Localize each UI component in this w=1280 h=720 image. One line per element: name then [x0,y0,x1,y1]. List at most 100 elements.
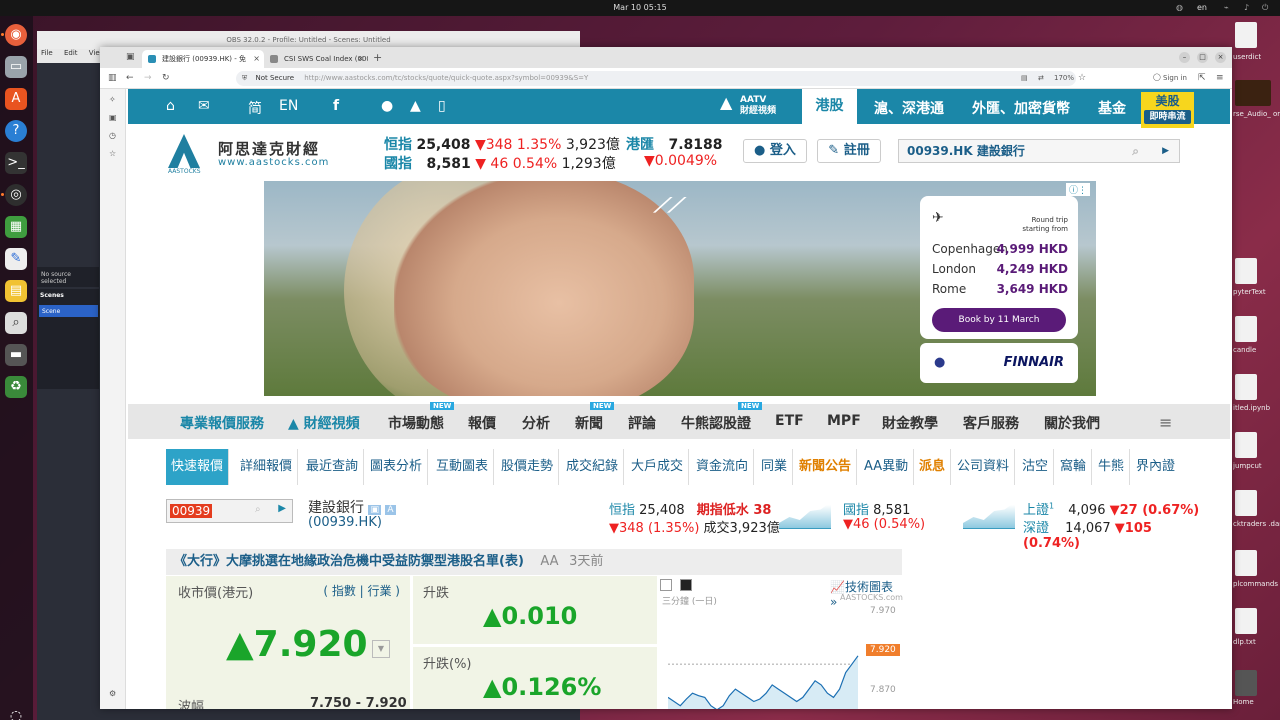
obs-menu-edit[interactable]: Edit [64,49,78,57]
file-icon[interactable] [1235,258,1257,284]
nav-us-stocks[interactable]: 美股 即時串流 [1141,92,1194,128]
tab-chart-analysis[interactable]: 圖表分析 [365,449,429,485]
dropdown-icon[interactable]: ▼ [372,640,390,658]
volume-icon[interactable]: ♪ [1244,3,1249,12]
firefox-icon[interactable]: ◉ [5,24,27,46]
obs-icon[interactable]: ◎ [5,184,27,206]
maximize-icon[interactable]: □ [1197,52,1208,63]
site-logo[interactable]: 阿思達克財經 www.aastocks.com AASTOCKS [168,132,358,175]
lang-simplified[interactable]: 简 [248,98,262,118]
not-secure-label[interactable]: Not Secure [255,74,294,82]
shenzhen-quote[interactable]: 深證 14,067 ▼105 (0.74%) [1023,517,1206,551]
nav-fx-crypto[interactable]: 外匯、加密貨幣 [972,98,1070,118]
ad-book-button[interactable]: Book by 11 March [932,308,1066,332]
file-icon[interactable] [1235,22,1257,48]
file-icon[interactable] [1235,490,1257,516]
tab-dividend[interactable]: 派息 [914,449,952,485]
extensions-icon[interactable]: ⇱ [1198,73,1206,83]
menu-about[interactable]: 關於我們 [1044,413,1100,433]
url-text[interactable]: http://www.aastocks.com/tc/stocks/quote/… [304,74,588,82]
menu-service[interactable]: 客戶服務 [963,413,1019,433]
file-icon[interactable] [1235,316,1257,342]
symbol-search-input[interactable]: 00939.HK 建設銀行 ⌕ ▶ [898,139,1180,163]
menu-etf[interactable]: ETF [775,413,804,429]
register-button[interactable]: ✎ 註冊 [817,139,881,163]
close-tab-icon[interactable]: × [357,50,364,68]
history-icon[interactable]: ◷ [109,131,116,140]
search-icon[interactable]: ⌕ [1132,140,1139,162]
search-app-icon[interactable]: ⌕ [5,312,27,334]
hsi-header[interactable]: 恒指 25,408 ▼348 1.35% 3,923億 [384,134,620,154]
menu-commentary[interactable]: 評論 [628,413,656,433]
close-window-icon[interactable]: × [1215,52,1226,63]
finnair-ad[interactable]: ⟋⟋ ⓘ⋮ ✈ Round trip starting from Copenha… [264,181,1096,396]
nav-hk-stocks[interactable]: 港股 [802,89,857,124]
menu-education[interactable]: 財金教學 [882,413,938,433]
files-icon[interactable]: ▭ [5,56,27,78]
file-icon[interactable] [1235,608,1257,634]
menu-cbbc[interactable]: 牛熊認股證 [681,413,751,433]
ad-fare-card[interactable]: ✈ Round trip starting from Copenhagen 4,9… [920,196,1078,339]
reload-icon[interactable]: ↻ [162,73,170,83]
system-clock[interactable]: Mar 10 05:15 [0,3,1280,12]
fx-header[interactable]: 港匯 7.8188 [626,134,722,154]
hscei-header[interactable]: 國指 8,581 ▼ 46 0.54% 1,293億 [384,153,616,173]
tab-announcements[interactable]: 新聞公告 [794,449,858,485]
tray-network-icon[interactable]: ⌁ [1224,3,1229,12]
lang-english[interactable]: EN [279,98,298,114]
file-icon[interactable] [1235,374,1257,400]
tab-warrants[interactable]: 窩輪 [1055,449,1093,485]
hamburger-icon[interactable]: ≡ [1159,413,1172,432]
image-file-icon[interactable] [1235,80,1271,106]
code-search-icon[interactable]: ⌕ [255,504,261,515]
tab-cbbc[interactable]: 牛熊 [1093,449,1131,485]
code-go-icon[interactable]: ▶ [278,503,286,514]
sign-in-button[interactable]: Sign in [1163,74,1187,82]
light-theme-icon[interactable] [660,579,672,591]
power-icon[interactable]: ⏻ [1262,3,1268,13]
tab-large-trades[interactable]: 大戶成交 [626,449,690,485]
spreadsheet-icon[interactable]: ▦ [5,216,27,238]
scene-item[interactable]: Scene [39,305,98,317]
intraday-chart[interactable] [668,606,860,709]
ubuntu-icon[interactable]: ◌ [7,708,25,720]
mail-icon[interactable]: ✉ [198,98,210,114]
address-bar[interactable]: ⛨ Not Secure http://www.aastocks.com/tc/… [236,71,1086,86]
menu-video[interactable]: ▲ 財經視頻 [288,413,360,433]
menu-analysis[interactable]: 分析 [522,413,550,433]
tab-aa-movers[interactable]: AA異動 [859,449,915,485]
nav-funds[interactable]: 基金 [1098,98,1126,118]
tabs-icon[interactable]: ▣ [109,113,117,122]
drive-icon[interactable]: ▬ [5,344,27,366]
facebook-icon[interactable]: f [333,98,339,114]
forward-icon[interactable]: → [144,73,152,83]
help-icon[interactable]: ? [5,120,27,142]
network-icon[interactable]: ◍ [1176,3,1183,12]
input-language[interactable]: en [1197,3,1207,12]
tab-transactions[interactable]: 成交紀錄 [561,449,625,485]
home-icon[interactable]: ⌂ [166,98,175,114]
tab-inactive[interactable]: CSI SWS Coal Index (000 × [264,50,368,68]
hsi-mini-chart[interactable] [779,502,831,529]
dark-theme-icon[interactable] [680,579,692,591]
stock-flag-icon[interactable]: ▣ [368,505,381,515]
menu-pro-quote[interactable]: 專業報價服務 [180,413,264,433]
aatv-link[interactable]: ▲ AATV 財經視頻 [720,95,776,117]
android-icon[interactable]: ▲ [410,98,421,114]
apple-icon[interactable]: ● [381,98,393,114]
tab-recent[interactable]: 最近查詢 [301,449,365,485]
tab-quick-quote[interactable]: 快速報價 [166,449,230,485]
ad-brand-card[interactable]: ● FINNAIR [920,343,1078,383]
login-button[interactable]: ● 登入 [743,139,807,163]
notes-icon[interactable]: ▤ [5,280,27,302]
sidebar-toggle-icon[interactable]: ▥ [108,73,117,83]
file-icon[interactable] [1235,432,1257,458]
close-tab-icon[interactable]: × [253,50,260,68]
ad-info-icon[interactable]: ⓘ⋮ [1065,183,1090,196]
tab-active[interactable]: 建設銀行 (00939.HK) - 免 × [142,50,264,68]
new-tab-icon[interactable]: + [373,51,382,64]
account-icon[interactable]: ◯ [1153,73,1161,81]
hscei-quote-line1[interactable]: 國指 8,581 [843,499,910,518]
bookmark-star-icon[interactable]: ☆ [1078,71,1086,86]
menu-icon[interactable]: ≡ [1216,73,1224,83]
